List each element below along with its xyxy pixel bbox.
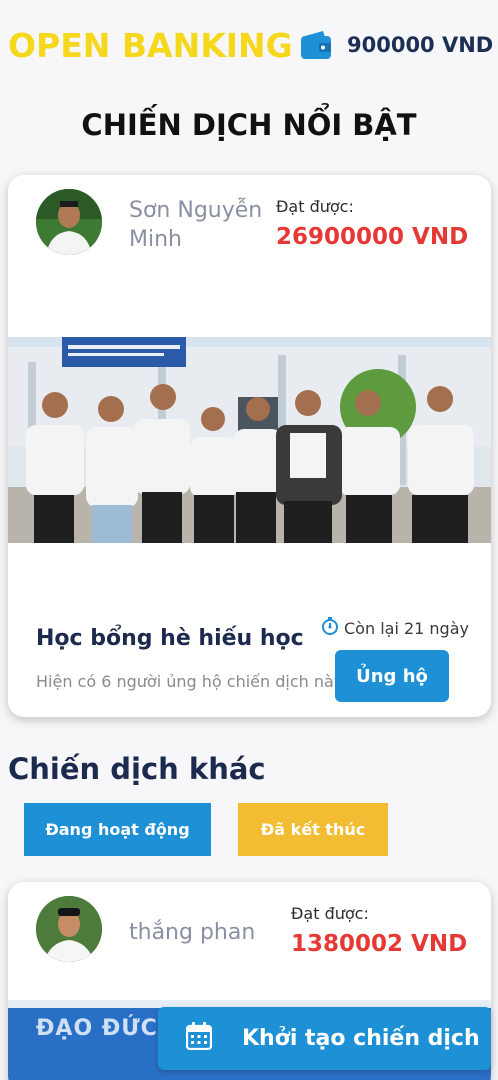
- wallet-balance: 900000 VND: [347, 33, 494, 57]
- top-bar: OPEN BANKING 900000 VND: [0, 0, 498, 92]
- app-brand: OPEN BANKING: [8, 26, 293, 65]
- owner-name: thắng phan: [129, 920, 256, 945]
- calendar-icon: [185, 1021, 213, 1056]
- tab-active[interactable]: Đang hoạt động: [24, 803, 211, 856]
- campaign-photo: [8, 337, 491, 543]
- remaining-days: Còn lại 21 ngày: [321, 617, 469, 639]
- featured-campaign-card[interactable]: Sơn Nguyễn Minh Đạt được: 26900000 VND C…: [8, 175, 491, 717]
- supporters-count: Hiện có 6 người ủng hộ chiến dịch này: [36, 672, 344, 691]
- create-campaign-button[interactable]: Khởi tạo chiến dịch: [158, 1007, 491, 1070]
- remaining-days-text: Còn lại 21 ngày: [344, 618, 469, 638]
- owner-avatar: [36, 896, 102, 962]
- owner-avatar: [36, 189, 102, 255]
- donate-button[interactable]: Ủng hộ: [335, 650, 449, 702]
- owner-name: Sơn Nguyễn Minh: [129, 198, 263, 252]
- featured-section-title: CHIẾN DỊCH NỔI BẬT: [81, 108, 417, 142]
- raised-label: Đạt được:: [291, 904, 369, 923]
- stopwatch-icon: [321, 617, 339, 639]
- banner-text: ĐẠO ĐỨC: [36, 1016, 158, 1041]
- other-campaigns-title: Chiến dịch khác: [8, 752, 266, 786]
- tab-ended[interactable]: Đã kết thúc: [238, 803, 388, 856]
- wallet-icon[interactable]: [299, 29, 333, 61]
- raised-amount: 1380002 VND: [291, 931, 468, 957]
- raised-label: Đạt được:: [276, 197, 354, 216]
- campaign-title[interactable]: Học bổng hè hiếu học: [36, 626, 304, 651]
- raised-amount: 26900000 VND: [276, 224, 469, 250]
- create-campaign-label: Khởi tạo chiến dịch: [242, 1026, 480, 1051]
